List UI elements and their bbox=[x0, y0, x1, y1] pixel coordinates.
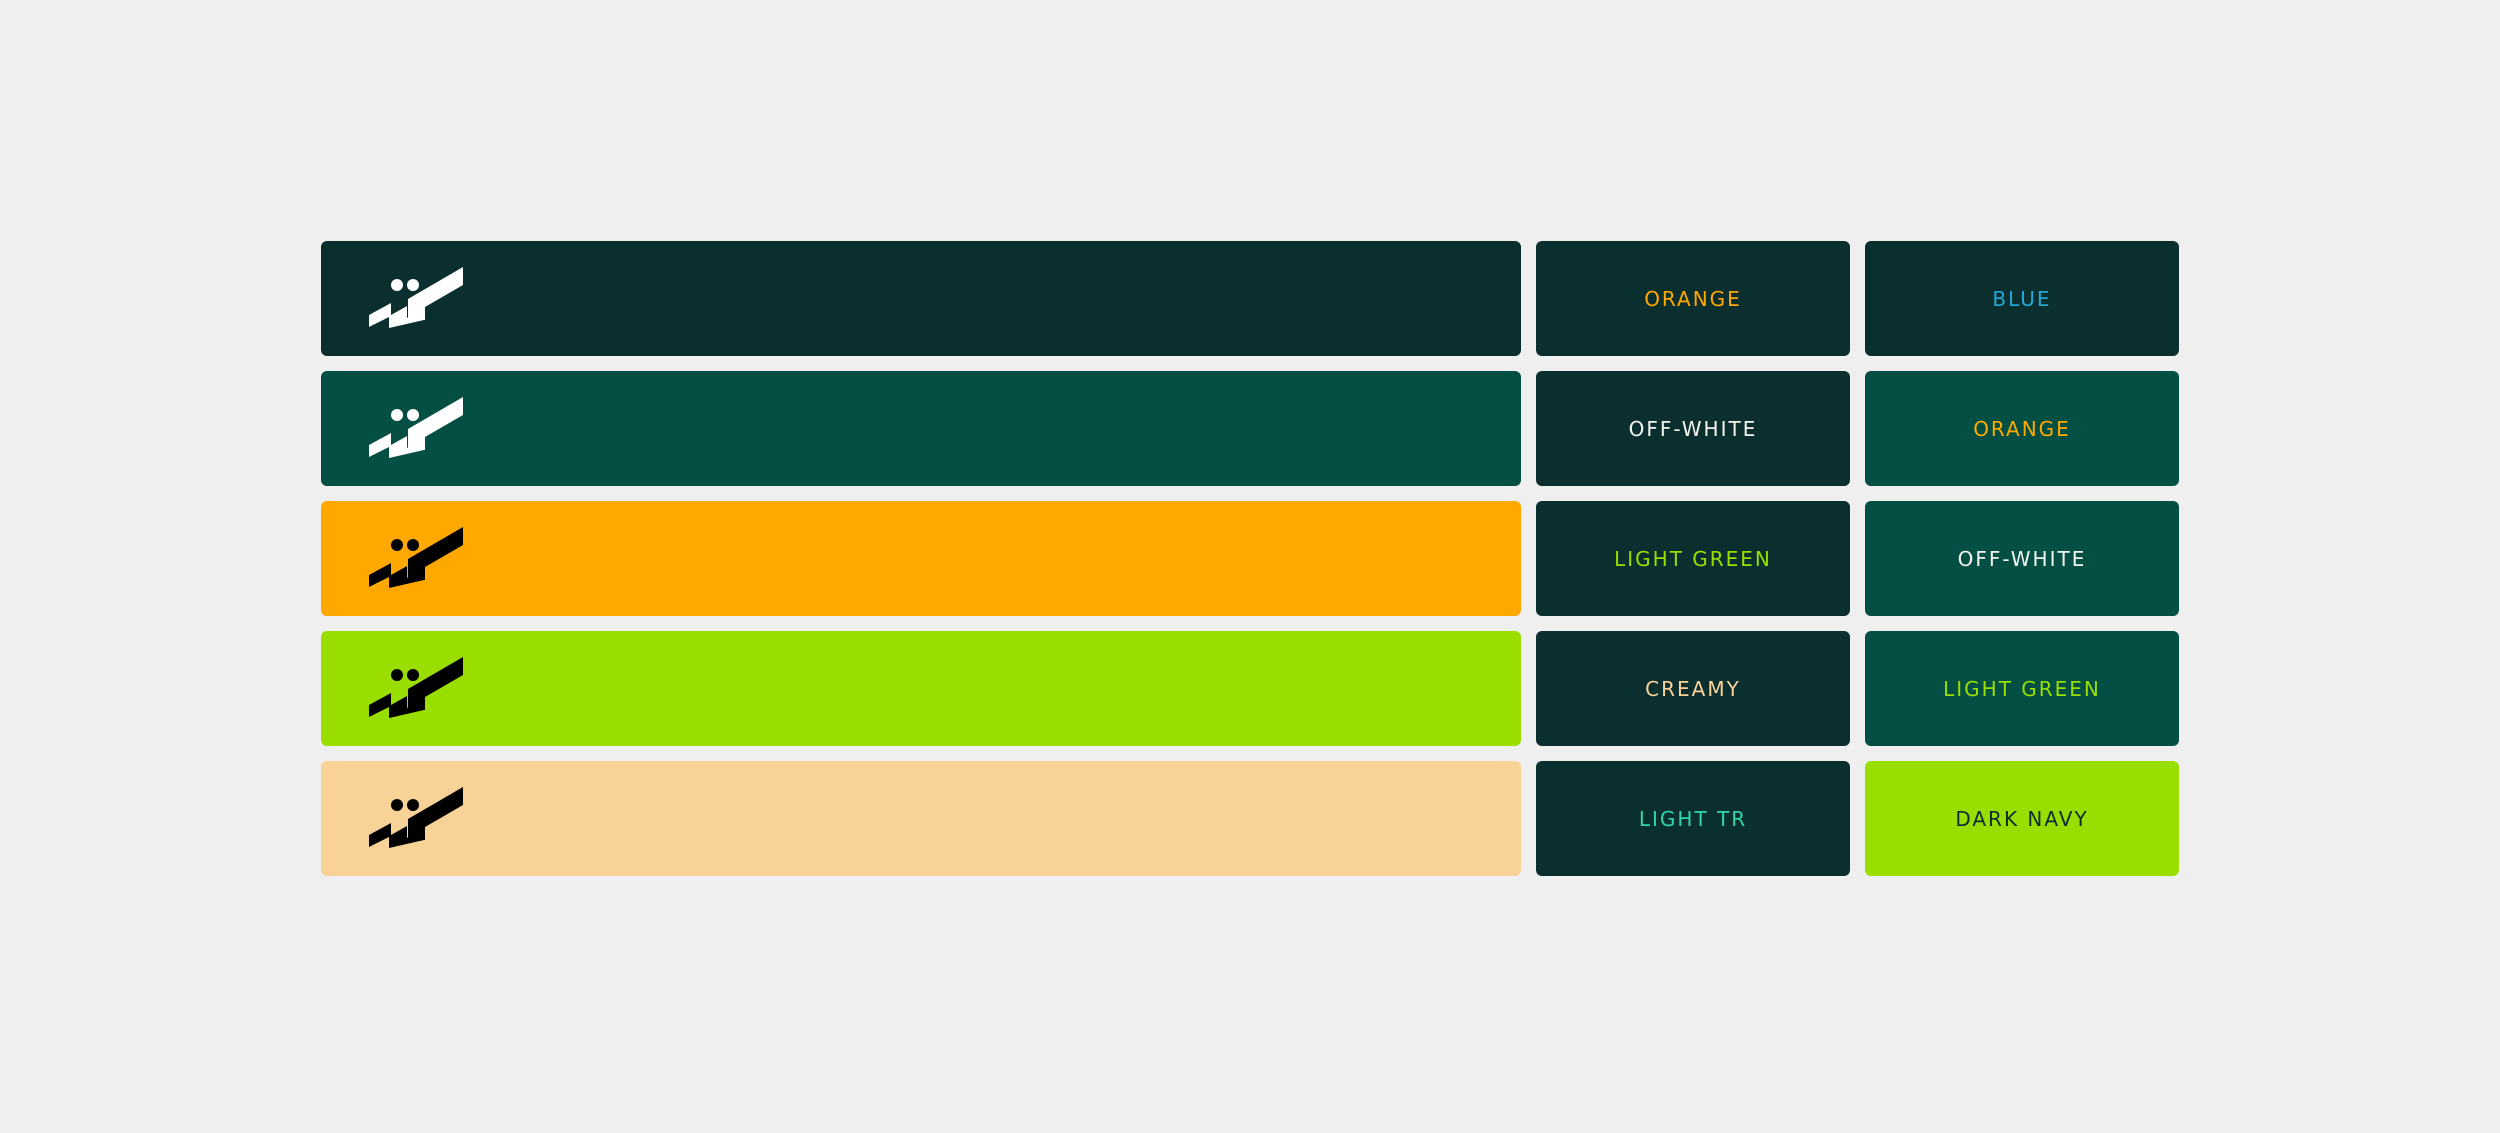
color-swatch: ORANGE bbox=[1536, 241, 1850, 356]
swatch-label: BLUE bbox=[1992, 286, 2052, 311]
palette-row: ORANGE BLUE bbox=[321, 241, 2179, 356]
swatch-label: ORANGE bbox=[1644, 286, 1742, 311]
brand-color-bar bbox=[321, 761, 1521, 876]
brand-color-bar bbox=[321, 371, 1521, 486]
color-palette-board: ORANGE BLUE OFF-WHITE ORANGE LIGHT GREEN OF… bbox=[0, 0, 2500, 1133]
color-swatch: BLUE bbox=[1865, 241, 2179, 356]
swatch-label: CREAMY bbox=[1645, 676, 1741, 701]
palette-row: LIGHT GREEN OFF-WHITE bbox=[321, 501, 2179, 616]
swatch-label: DARK NAVY bbox=[1955, 806, 2089, 831]
brand-color-bar bbox=[321, 501, 1521, 616]
swatch-label: LIGHT GREEN bbox=[1943, 676, 2101, 701]
brand-color-bar bbox=[321, 241, 1521, 356]
swatch-label: LIGHT TR bbox=[1638, 806, 1748, 831]
brand-logo-icon bbox=[369, 785, 463, 848]
swatch-label: ORANGE bbox=[1973, 416, 2071, 441]
palette-row: OFF-WHITE ORANGE bbox=[321, 371, 2179, 486]
swatch-label: OFF-WHITE bbox=[1628, 416, 1758, 441]
brand-logo-icon bbox=[369, 265, 463, 328]
palette-grid: ORANGE BLUE OFF-WHITE ORANGE LIGHT GREEN OF… bbox=[321, 241, 2179, 876]
brand-color-bar bbox=[321, 631, 1521, 746]
color-swatch: LIGHT GREEN bbox=[1865, 631, 2179, 746]
palette-row: CREAMY LIGHT GREEN bbox=[321, 631, 2179, 746]
color-swatch: OFF-WHITE bbox=[1536, 371, 1850, 486]
color-swatch: OFF-WHITE bbox=[1865, 501, 2179, 616]
swatch-label: OFF-WHITE bbox=[1957, 546, 2087, 571]
color-swatch: ORANGE bbox=[1865, 371, 2179, 486]
palette-row: LIGHT TR DARK NAVY bbox=[321, 761, 2179, 876]
color-swatch: LIGHT TR bbox=[1536, 761, 1850, 876]
color-swatch: LIGHT GREEN bbox=[1536, 501, 1850, 616]
color-swatch: DARK NAVY bbox=[1865, 761, 2179, 876]
brand-logo-icon bbox=[369, 525, 463, 588]
swatch-label: LIGHT GREEN bbox=[1614, 546, 1772, 571]
color-swatch: CREAMY bbox=[1536, 631, 1850, 746]
brand-logo-icon bbox=[369, 395, 463, 458]
brand-logo-icon bbox=[369, 655, 463, 718]
